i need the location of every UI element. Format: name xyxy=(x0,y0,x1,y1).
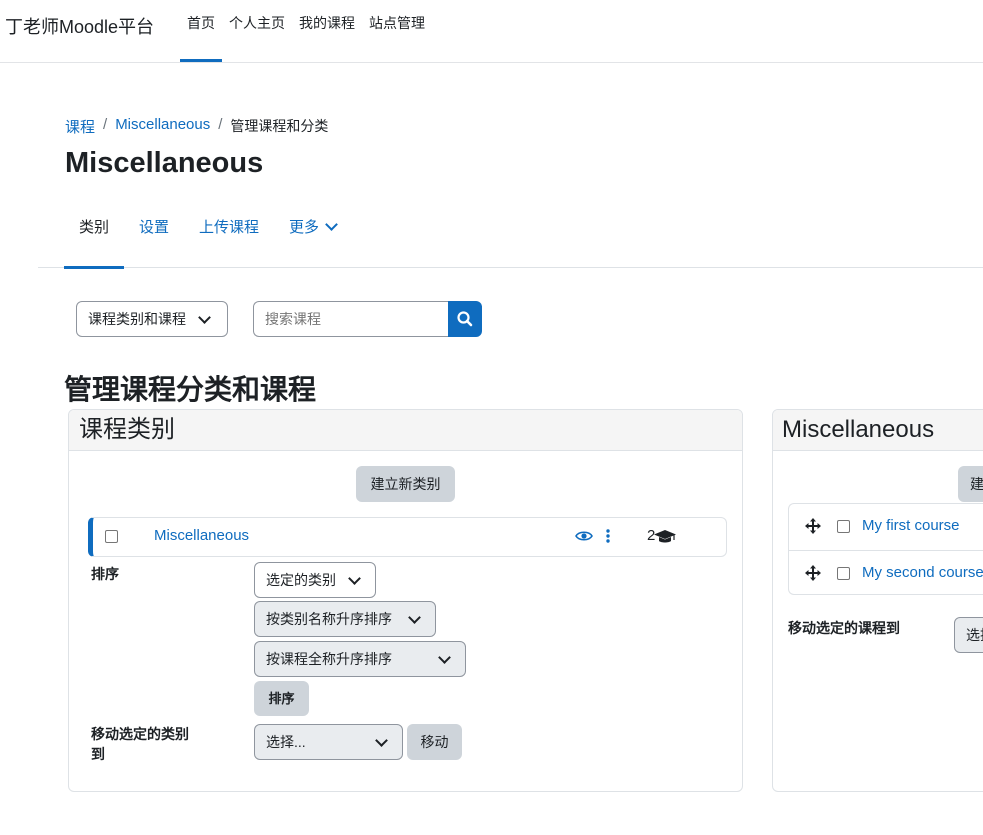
tab-category[interactable]: 类别 xyxy=(63,200,125,269)
nav-site-admin[interactable]: 站点管理 xyxy=(362,0,432,62)
page-title: Miscellaneous xyxy=(65,147,264,179)
course-checkbox[interactable] xyxy=(837,567,850,580)
primary-navigation: 首页 个人主页 我的课程 站点管理 xyxy=(180,0,432,62)
course-row: My first course xyxy=(789,504,983,550)
breadcrumb: 课程 / Miscellaneous / 管理课程和分类 xyxy=(65,116,328,137)
nav-dashboard[interactable]: 个人主页 xyxy=(222,0,292,62)
breadcrumb-current: 管理课程和分类 xyxy=(230,118,329,134)
eye-icon[interactable] xyxy=(575,529,593,543)
category-listing-panel: 课程类别 建立新类别 Miscellaneous 2 排序 选定的类别 按类别名… xyxy=(68,409,743,792)
move-category-select[interactable]: 选择... xyxy=(254,724,403,760)
sort-target-value: 选定的类别 xyxy=(266,572,336,588)
graduation-cap-icon xyxy=(654,530,676,543)
sort-categories-value: 按类别名称升序排序 xyxy=(266,611,392,627)
course-listing-panel: Miscellaneous 建 My first course My secon… xyxy=(772,409,983,792)
move-categories-label: 移动选定的类别到 xyxy=(91,726,189,762)
course-checkbox[interactable] xyxy=(837,520,850,533)
course-name-link[interactable]: My first course xyxy=(862,517,960,534)
tab-upload-courses[interactable]: 上传课程 xyxy=(199,200,259,268)
search-courses-input[interactable] xyxy=(253,301,449,337)
more-actions-icon[interactable] xyxy=(605,528,611,544)
nav-home[interactable]: 首页 xyxy=(180,0,222,62)
move-icon[interactable] xyxy=(805,565,821,581)
sort-label: 排序 xyxy=(91,566,119,582)
nav-my-courses[interactable]: 我的课程 xyxy=(292,0,362,62)
category-name-link[interactable]: Miscellaneous xyxy=(154,527,249,544)
course-list: My first course My second course xyxy=(788,503,983,595)
top-navbar: 丁老师Moodle平台 首页 个人主页 我的课程 站点管理 xyxy=(0,0,983,63)
sort-button[interactable]: 排序 xyxy=(254,681,309,716)
sort-courses-value: 按课程全称升序排序 xyxy=(266,651,392,667)
secondary-navigation: 类别 设置 上传课程 更多 xyxy=(38,200,983,269)
view-mode-select[interactable]: 课程类别和课程 xyxy=(76,301,228,337)
create-category-button[interactable]: 建立新类别 xyxy=(356,466,455,502)
sort-categories-select[interactable]: 按类别名称升序排序 xyxy=(254,601,436,637)
site-brand[interactable]: 丁老师Moodle平台 xyxy=(5,13,154,39)
view-mode-value: 课程类别和课程 xyxy=(88,311,186,327)
category-row: Miscellaneous 2 xyxy=(88,517,727,557)
chevron-down-icon xyxy=(348,572,361,585)
tab-more[interactable]: 更多 xyxy=(289,200,338,268)
course-name-link[interactable]: My second course xyxy=(862,564,983,581)
move-icon[interactable] xyxy=(805,518,821,534)
breadcrumb-courses[interactable]: 课程 xyxy=(65,116,95,137)
chevron-down-icon xyxy=(325,218,338,231)
move-courses-label: 移动选定的课程到 xyxy=(788,620,900,636)
category-panel-title: 课程类别 xyxy=(69,410,742,451)
sort-courses-select[interactable]: 按课程全称升序排序 xyxy=(254,641,466,677)
course-row: My second course xyxy=(789,550,983,596)
chevron-down-icon xyxy=(438,651,451,664)
search-button[interactable] xyxy=(448,301,482,337)
move-category-button[interactable]: 移动 xyxy=(407,724,462,760)
chevron-down-icon xyxy=(408,611,421,624)
search-icon xyxy=(457,311,473,327)
create-course-button[interactable]: 建 xyxy=(958,466,983,502)
category-checkbox[interactable] xyxy=(105,530,118,543)
tab-more-label: 更多 xyxy=(289,219,320,236)
move-category-value: 选择... xyxy=(266,734,306,750)
move-course-value: 选择 xyxy=(966,627,983,643)
course-panel-title: Miscellaneous xyxy=(773,410,983,451)
management-heading: 管理课程分类和课程 xyxy=(64,374,317,405)
breadcrumb-miscellaneous[interactable]: Miscellaneous xyxy=(115,116,210,137)
chevron-down-icon xyxy=(198,311,211,324)
tab-settings[interactable]: 设置 xyxy=(139,200,169,268)
sort-target-select[interactable]: 选定的类别 xyxy=(254,562,376,598)
chevron-down-icon xyxy=(375,734,388,747)
breadcrumb-separator: / xyxy=(103,116,108,133)
breadcrumb-separator: / xyxy=(218,116,223,133)
move-course-select[interactable]: 选择 xyxy=(954,617,983,653)
